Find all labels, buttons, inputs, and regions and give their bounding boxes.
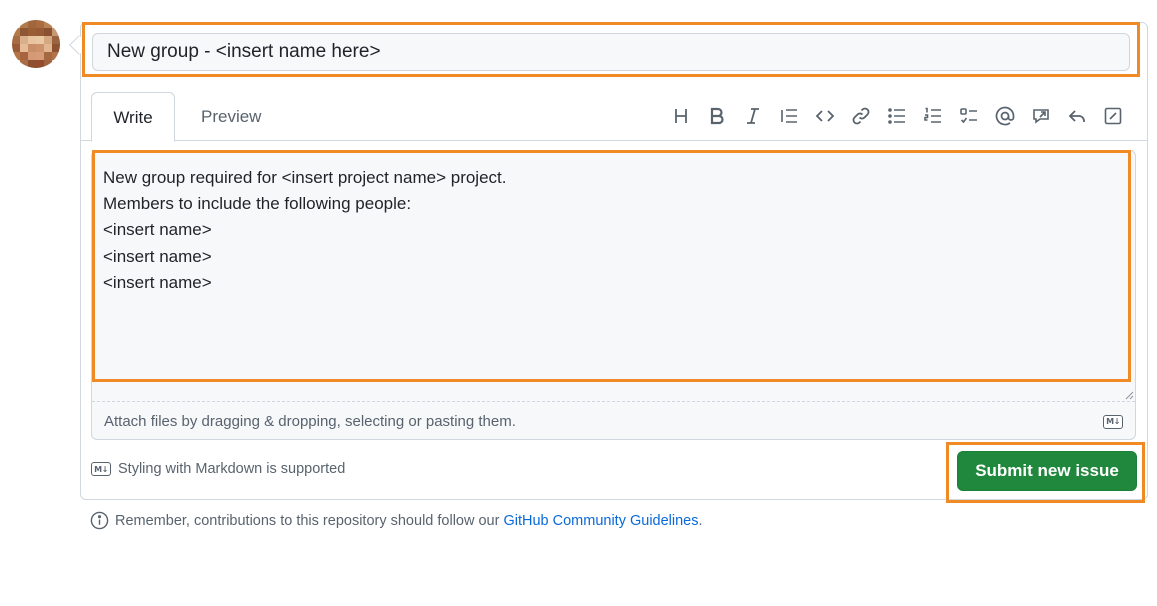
markdown-note-text: Styling with Markdown is supported (118, 461, 346, 477)
mention-icon[interactable] (987, 100, 1023, 132)
title-highlight (82, 22, 1140, 77)
code-icon[interactable] (807, 100, 843, 132)
attach-files-text: Attach files by dragging & dropping, sel… (104, 413, 516, 430)
avatar[interactable] (12, 20, 60, 68)
editor-tabs-bar: Write Preview (81, 92, 1147, 142)
heading-icon[interactable] (663, 100, 699, 132)
quote-icon[interactable] (771, 100, 807, 132)
unordered-list-icon[interactable] (879, 100, 915, 132)
submit-highlight: Submit new issue (946, 442, 1145, 503)
attach-files-bar[interactable]: Attach files by dragging & dropping, sel… (92, 401, 1135, 439)
issue-body-textarea[interactable]: New group required for <insert project n… (103, 165, 1113, 375)
reference-icon[interactable] (1023, 100, 1059, 132)
task-list-icon[interactable] (951, 100, 987, 132)
contribution-guidelines-note: Remember, contributions to this reposito… (90, 511, 703, 530)
markdown-support-note[interactable]: M↓ Styling with Markdown is supported (91, 461, 345, 477)
bold-icon[interactable] (699, 100, 735, 132)
fullscreen-icon[interactable] (1095, 100, 1131, 132)
link-icon[interactable] (843, 100, 879, 132)
tab-write[interactable]: Write (91, 92, 175, 142)
tab-preview[interactable]: Preview (185, 92, 277, 141)
community-guidelines-link[interactable]: GitHub Community Guidelines (503, 513, 698, 529)
italic-icon[interactable] (735, 100, 771, 132)
saved-replies-icon[interactable] (1059, 100, 1095, 132)
body-highlight: New group required for <insert project n… (92, 150, 1131, 382)
info-icon (90, 511, 109, 530)
footer-text: Remember, contributions to this reposito… (115, 512, 500, 529)
issue-title-input[interactable] (92, 33, 1130, 71)
resize-handle-icon[interactable] (1124, 390, 1134, 400)
markdown-icon: M↓ (91, 462, 111, 476)
ordered-list-icon[interactable] (915, 100, 951, 132)
submit-new-issue-button[interactable]: Submit new issue (957, 451, 1137, 491)
markdown-toolbar (663, 100, 1131, 132)
markdown-icon: M↓ (1103, 415, 1123, 429)
footer-trailing: . (698, 512, 703, 529)
